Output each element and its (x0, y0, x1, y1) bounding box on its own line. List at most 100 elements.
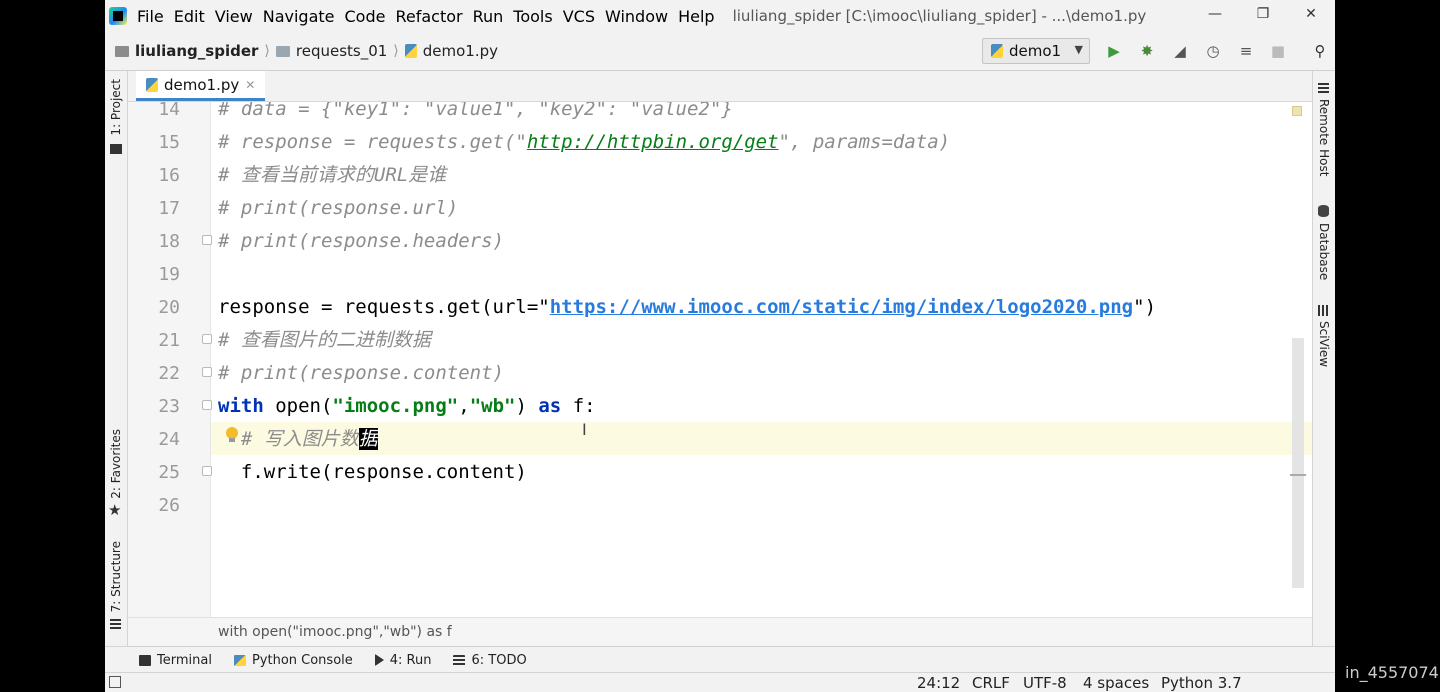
tool-database[interactable]: Database (1317, 223, 1331, 280)
code-text: # 写入图片数 (218, 428, 359, 450)
run-icon (374, 654, 384, 666)
chevron-right-icon: ⟩ (264, 43, 270, 59)
tool-sciview[interactable]: SciView (1317, 321, 1331, 367)
run-tab[interactable]: 4: Run (374, 653, 431, 668)
search-icon[interactable]: ⚲ (1309, 40, 1331, 62)
navigation-bar: liuliang_spider ⟩ requests_01 ⟩ demo1.py… (105, 32, 1335, 71)
breadcrumb-project[interactable]: liuliang_spider (135, 42, 258, 60)
breadcrumb-file[interactable]: demo1.py (423, 42, 498, 60)
breadcrumb-folder[interactable]: requests_01 (296, 42, 387, 60)
code-link[interactable]: https://www.imooc.com/static/img/index/l… (550, 296, 1133, 318)
fold-marker-icon[interactable] (202, 400, 212, 410)
code-line: # print(response.content) (218, 362, 504, 384)
code-line: with open("imooc.png","wb") as f: (218, 390, 596, 423)
code-text: # response = requests.get(" (218, 131, 527, 153)
pycharm-logo-icon (109, 7, 127, 25)
tool-remote-host[interactable]: Remote Host (1317, 99, 1331, 176)
fold-marker-icon[interactable] (202, 466, 212, 476)
text-cursor-icon: I (582, 420, 587, 439)
code-text: response = requests.get(url=" (218, 296, 550, 318)
menu-file[interactable]: File (135, 7, 172, 26)
code-link[interactable]: http://httpbin.org/get (527, 131, 779, 153)
line-number: 16 (158, 165, 180, 186)
chevron-down-icon: ▼ (1074, 43, 1083, 56)
file-encoding[interactable]: UTF-8 (1023, 674, 1067, 692)
line-number: 20 (158, 297, 180, 318)
ide-window: File Edit View Navigate Code Refactor Ru… (105, 0, 1335, 692)
code-breadcrumb-text: with open("imooc.png","wb") as f (218, 623, 452, 640)
code-line: # data = {"key1": "value1", "key2": "val… (218, 102, 733, 120)
line-number: 25 (158, 462, 180, 483)
menu-refactor[interactable]: Refactor (393, 7, 470, 26)
inspection-status-icon[interactable] (1292, 106, 1302, 116)
toggle-tool-windows-icon[interactable] (109, 676, 121, 688)
menu-code[interactable]: Code (343, 7, 394, 26)
code-text: open( (263, 395, 333, 417)
window-controls: — ❐ ✕ (1191, 0, 1335, 28)
code-line: # 查看图片的二进制数据 (218, 329, 431, 351)
terminal-tab[interactable]: Terminal (139, 653, 212, 668)
line-number: 22 (158, 363, 180, 384)
run-config-label: demo1 (1009, 42, 1062, 60)
tab-demo1[interactable]: demo1.py ✕ (136, 71, 266, 101)
menu-view[interactable]: View (213, 7, 261, 26)
right-tool-strip: Remote Host Database SciView (1312, 71, 1335, 671)
line-number: 18 (158, 231, 180, 252)
lightbulb-icon[interactable] (225, 427, 239, 443)
code-line: # print(response.headers) (218, 230, 504, 252)
menu-bar: File Edit View Navigate Code Refactor Ru… (105, 0, 1335, 32)
fold-marker-icon[interactable] (202, 235, 212, 245)
menu-navigate[interactable]: Navigate (261, 7, 343, 26)
terminal-label: Terminal (157, 652, 212, 668)
concurrency-icon[interactable]: ≡ (1235, 40, 1257, 62)
restore-icon[interactable]: ❐ (1239, 0, 1287, 28)
line-number: 15 (158, 132, 180, 153)
python-interpreter[interactable]: Python 3.7 (1161, 674, 1242, 692)
line-separator[interactable]: CRLF (972, 674, 1010, 692)
menu-help[interactable]: Help (676, 7, 722, 26)
folder-icon (110, 144, 122, 154)
line-number: 17 (158, 198, 180, 219)
fold-marker-icon[interactable] (202, 334, 212, 344)
profile-icon[interactable]: ◷ (1202, 40, 1224, 62)
close-tab-icon[interactable]: ✕ (245, 78, 255, 92)
python-console-icon (233, 654, 246, 666)
database-icon (1318, 205, 1329, 217)
coverage-icon[interactable]: ◢ (1169, 40, 1191, 62)
todo-label: 6: TODO (471, 652, 527, 668)
indent-setting[interactable]: 4 spaces (1083, 674, 1149, 692)
close-icon[interactable]: ✕ (1287, 0, 1335, 28)
debug-icon[interactable]: ✸ (1136, 40, 1158, 62)
menu-window[interactable]: Window (603, 7, 676, 26)
vertical-scrollbar[interactable] (1292, 338, 1304, 588)
line-number: 14 (158, 102, 180, 120)
menu-tools[interactable]: Tools (511, 7, 560, 26)
run-configuration-select[interactable]: demo1 ▼ (982, 38, 1090, 64)
menu-run[interactable]: Run (471, 7, 512, 26)
fold-marker-icon[interactable] (202, 367, 212, 377)
code-line: # 写入图片数据 (218, 423, 378, 456)
tool-project[interactable]: 1: Project (109, 79, 123, 136)
code-line: f.write(response.content) (218, 461, 527, 483)
code-text: ", params=data) (778, 131, 951, 153)
todo-tab[interactable]: 6: TODO (453, 652, 527, 668)
python-file-icon (991, 44, 1003, 58)
tool-structure[interactable]: 7: Structure (109, 541, 123, 612)
code-text: ) (515, 395, 539, 417)
code-breadcrumb[interactable]: with open("imooc.png","wb") as f (128, 617, 1312, 645)
run-icon[interactable]: ▶ (1103, 40, 1125, 62)
tool-favorites[interactable]: 2: Favorites (109, 429, 123, 499)
folder-icon (275, 45, 290, 57)
structure-icon (110, 619, 121, 630)
menu-vcs[interactable]: VCS (561, 7, 603, 26)
code-line: # print(response.url) (218, 197, 459, 219)
editor-tab-bar: demo1.py ✕ (128, 71, 1312, 102)
stop-icon[interactable]: ■ (1267, 40, 1289, 62)
minimize-icon[interactable]: — (1191, 0, 1239, 28)
python-console-tab[interactable]: Python Console (233, 653, 353, 668)
code-editor[interactable]: 14 15 16 17 18 19 20 21 22 23 24 25 26 #… (128, 102, 1312, 617)
caret-position[interactable]: 24:12 (917, 674, 960, 692)
selected-text: 据 (358, 428, 378, 450)
menu-edit[interactable]: Edit (172, 7, 213, 26)
tool-window-bar: Terminal Python Console 4: Run 6: TODO (105, 646, 1335, 673)
